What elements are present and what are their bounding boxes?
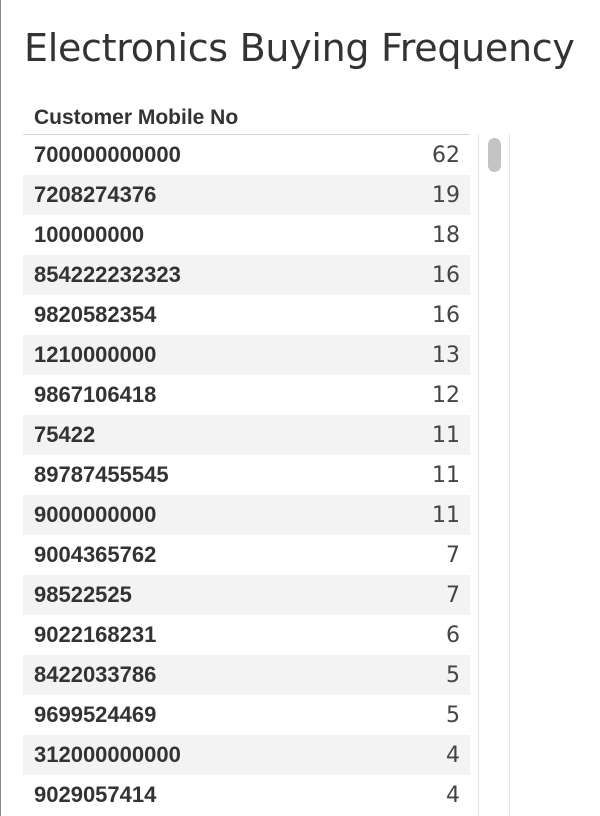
frequency-count-cell: 5 xyxy=(446,702,460,728)
customer-mobile-no-cell: 700000000000 xyxy=(34,142,181,167)
customer-mobile-no-cell: 854222232323 xyxy=(34,262,181,287)
table-row[interactable]: 9699524469 5 xyxy=(23,695,470,735)
table-row[interactable]: 98522525 7 xyxy=(23,575,470,615)
customer-mobile-no-cell: 89787455545 xyxy=(34,462,169,487)
customer-mobile-no-cell: 9000000000 xyxy=(34,502,157,527)
frequency-count-cell: 4 xyxy=(446,742,460,768)
customer-mobile-no-cell: 1210000000 xyxy=(34,342,157,367)
frequency-count-cell: 13 xyxy=(432,342,460,368)
customer-mobile-no-cell: 8422033786 xyxy=(34,662,157,687)
frequency-count-cell: 11 xyxy=(432,422,460,448)
customer-mobile-no-cell: 98522525 xyxy=(34,582,132,607)
table-row[interactable]: 854222232323 16 xyxy=(23,255,470,295)
frequency-count-cell: 18 xyxy=(432,222,460,248)
frequency-count-cell: 11 xyxy=(432,502,460,528)
frequency-count-cell: 6 xyxy=(446,622,460,648)
vertical-scrollbar-track[interactable] xyxy=(478,134,510,816)
frequency-count-cell: 16 xyxy=(432,262,460,288)
customer-mobile-no-cell: 75422 xyxy=(34,422,96,447)
customer-mobile-no-cell: 9699524469 xyxy=(34,702,157,727)
worksheet-left-border xyxy=(0,0,1,816)
frequency-count-cell: 7 xyxy=(446,582,460,608)
frequency-count-cell: 62 xyxy=(432,142,460,168)
table-row[interactable]: 700000000000 62 xyxy=(23,135,470,175)
frequency-count-cell: 16 xyxy=(432,302,460,328)
table-row[interactable]: 9000000000 11 xyxy=(23,495,470,535)
worksheet-title: Electronics Buying Frequency xyxy=(24,26,575,70)
dashboard-worksheet: Electronics Buying Frequency Customer Mo… xyxy=(0,0,600,816)
table-row[interactable]: 9029057414 4 xyxy=(23,775,470,815)
table-row[interactable]: 8422033786 5 xyxy=(23,655,470,695)
customer-mobile-no-cell: 7208274376 xyxy=(34,182,157,207)
frequency-count-cell: 5 xyxy=(446,662,460,688)
frequency-count-cell: 11 xyxy=(432,462,460,488)
table-row[interactable]: 75422 11 xyxy=(23,415,470,455)
vertical-scrollbar-thumb[interactable] xyxy=(488,138,501,172)
table-row[interactable]: 9022168231 6 xyxy=(23,615,470,655)
table-row[interactable]: 100000000 18 xyxy=(23,215,470,255)
table-row[interactable]: 7208274376 19 xyxy=(23,175,470,215)
customer-mobile-no-cell: 9004365762 xyxy=(34,542,157,567)
frequency-count-cell: 7 xyxy=(446,542,460,568)
table-row[interactable]: 9867106418 12 xyxy=(23,375,470,415)
column-header-customer-mobile-no[interactable]: Customer Mobile No xyxy=(23,100,470,135)
customer-mobile-no-cell: 9820582354 xyxy=(34,302,157,327)
table-row[interactable]: 9820582354 16 xyxy=(23,295,470,335)
customer-mobile-no-cell: 9029057414 xyxy=(34,782,157,807)
table-row[interactable]: 89787455545 11 xyxy=(23,455,470,495)
customer-mobile-no-cell: 100000000 xyxy=(34,222,145,247)
table-row[interactable]: 312000000000 4 xyxy=(23,735,470,775)
customer-mobile-no-cell: 9022168231 xyxy=(34,622,157,647)
frequency-count-cell: 12 xyxy=(432,382,460,408)
customer-mobile-no-cell: 312000000000 xyxy=(34,742,181,767)
table-row[interactable]: 9004365762 7 xyxy=(23,535,470,575)
customer-mobile-no-cell: 9867106418 xyxy=(34,382,157,407)
table-row[interactable]: 1210000000 13 xyxy=(23,335,470,375)
frequency-count-cell: 19 xyxy=(432,182,460,208)
frequency-count-cell: 4 xyxy=(446,782,460,808)
frequency-table: Customer Mobile No 700000000000 62 72082… xyxy=(23,100,470,816)
